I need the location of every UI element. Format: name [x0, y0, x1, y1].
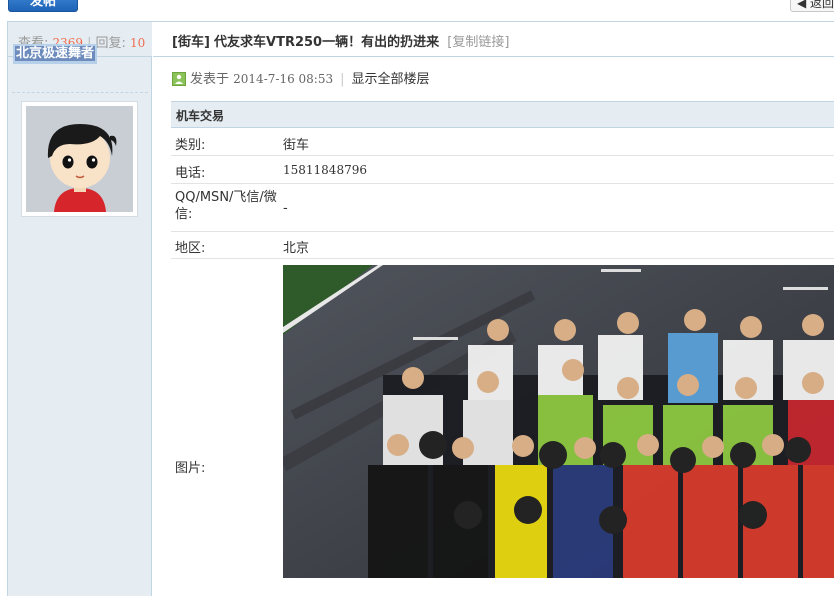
thread-category[interactable]: [街车]: [172, 35, 210, 50]
table-row: QQ/MSN/飞信/微信: -: [171, 184, 834, 232]
author-name-text[interactable]: 北京极速舞者: [15, 46, 96, 61]
row-key: 地区:: [175, 241, 206, 256]
table-row: 地区: 北京: [171, 232, 834, 259]
row-key: QQ/MSN/飞信/微信:: [175, 190, 277, 222]
post-meta: 发表于 2014-7-16 08:53 | 显示全部楼层: [172, 68, 430, 87]
copy-link[interactable]: [复制链接]: [447, 35, 509, 50]
table-row: 电话: 15811848796: [171, 156, 834, 184]
back-button[interactable]: ◀ 返回: [790, 0, 834, 12]
replies-count: 10: [130, 36, 146, 50]
author-divider: [12, 92, 148, 93]
row-value: -: [283, 201, 288, 216]
show-all-floors-link[interactable]: 显示全部楼层: [352, 72, 430, 87]
riders-group-image: [283, 265, 834, 578]
avatar-illustration: [26, 106, 133, 212]
row-key: 电话:: [175, 166, 206, 181]
row-key: 图片:: [175, 461, 206, 476]
online-status-icon: [172, 72, 186, 86]
posted-prefix: 发表于: [190, 72, 230, 87]
row-value: 北京: [283, 241, 310, 256]
thread-header: [街车] 代友求车VTR250一辆！有出的扔进来 [复制链接]: [153, 22, 834, 57]
section-title: 机车交易: [171, 101, 834, 128]
row-value: 15811848796: [283, 163, 367, 177]
author-name[interactable]: 北京极速舞者: [13, 44, 98, 64]
replies-label: 回复:: [95, 36, 126, 51]
meta-divider: |: [340, 72, 345, 87]
table-row: 类别: 街车: [171, 128, 834, 156]
row-key: 类别:: [175, 138, 206, 153]
post-button[interactable]: 发帖: [8, 0, 78, 12]
motorcycle-riders-photo[interactable]: [283, 265, 834, 578]
avatar-image: [26, 106, 133, 212]
thread-title: 代友求车VTR250一辆！有出的扔进来: [214, 35, 440, 50]
row-value: 街车: [283, 138, 310, 153]
avatar[interactable]: [21, 101, 138, 217]
post-datetime: 2014-7-16 08:53: [233, 72, 334, 86]
top-toolbar: 发帖 ◀ 返回: [0, 0, 834, 14]
